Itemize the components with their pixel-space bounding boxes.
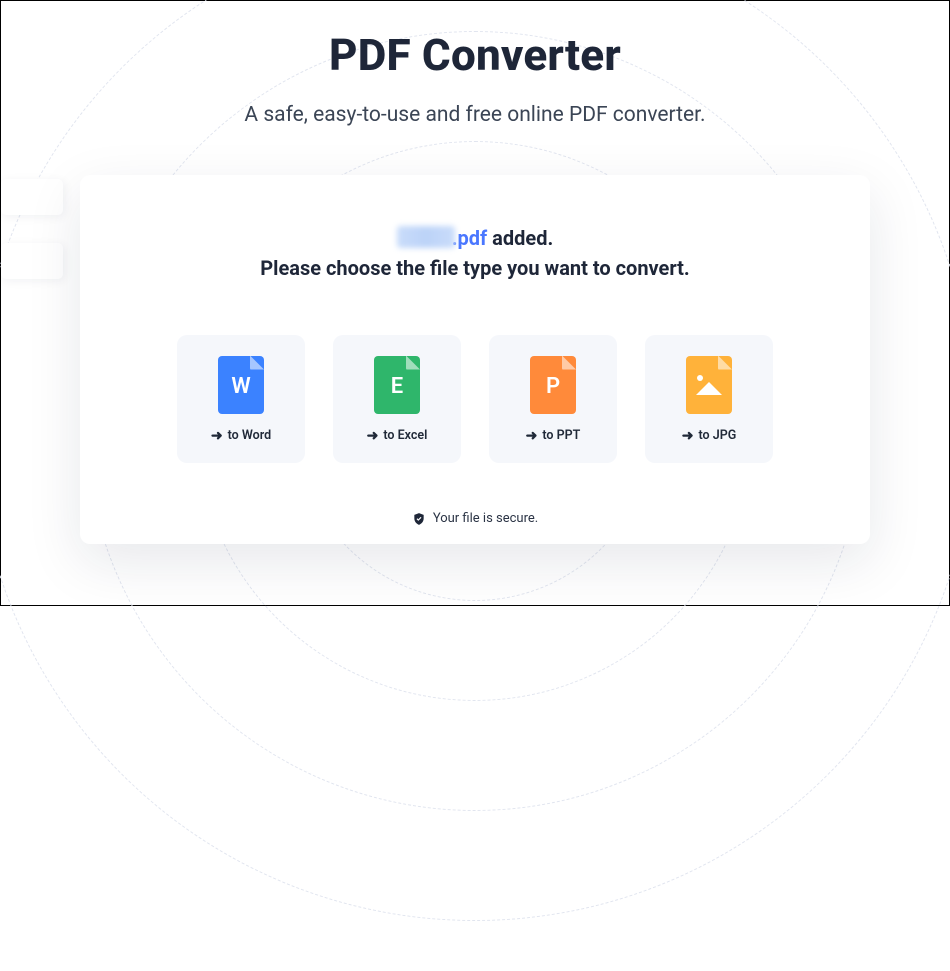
arrow-right-icon: ➜ — [682, 429, 694, 443]
convert-to-ppt-button[interactable]: P ➜ to PPT — [489, 335, 617, 463]
added-suffix: added. — [487, 226, 553, 250]
arrow-right-icon: ➜ — [367, 429, 379, 443]
ppt-file-icon: P — [530, 356, 576, 414]
secure-note-text: Your file is secure. — [433, 511, 538, 526]
jpg-file-icon — [686, 356, 732, 414]
word-file-icon: W — [218, 356, 264, 414]
convert-options: W ➜ to Word E ➜ to Excel P ➜ to PPT — [120, 335, 830, 463]
excel-file-icon: E — [374, 356, 420, 414]
side-card-stub — [1, 243, 63, 279]
image-glyph-icon — [696, 375, 722, 395]
convert-to-jpg-button[interactable]: ➜ to JPG — [645, 335, 773, 463]
uploaded-filename-redacted — [397, 226, 455, 248]
option-label-text: to Excel — [383, 428, 427, 443]
option-label-text: to PPT — [542, 428, 580, 443]
page-title: PDF Converter — [1, 29, 949, 81]
choose-type-instruction: Please choose the file type you want to … — [120, 253, 830, 283]
icon-letter: E — [391, 376, 403, 398]
option-label: ➜ to PPT — [526, 428, 581, 443]
option-label: ➜ to JPG — [682, 428, 736, 443]
arrow-right-icon: ➜ — [211, 429, 223, 443]
convert-to-word-button[interactable]: W ➜ to Word — [177, 335, 305, 463]
uploaded-file-ext: .pdf — [452, 226, 487, 250]
icon-letter: P — [546, 376, 560, 398]
side-card-stub — [1, 179, 63, 215]
converter-card: .pdf added. Please choose the file type … — [80, 175, 870, 544]
page-subtitle: A safe, easy-to-use and free online PDF … — [1, 103, 949, 127]
option-label-text: to JPG — [699, 428, 737, 443]
convert-to-excel-button[interactable]: E ➜ to Excel — [333, 335, 461, 463]
upload-status: .pdf added. Please choose the file type … — [120, 223, 830, 283]
option-label: ➜ to Word — [211, 428, 271, 443]
arrow-right-icon: ➜ — [526, 429, 538, 443]
page-header: PDF Converter A safe, easy-to-use and fr… — [1, 1, 949, 127]
secure-note: Your file is secure. — [120, 511, 830, 526]
option-label-text: to Word — [228, 428, 272, 443]
icon-letter: W — [231, 376, 250, 398]
option-label: ➜ to Excel — [367, 428, 428, 443]
shield-check-icon — [412, 512, 426, 526]
